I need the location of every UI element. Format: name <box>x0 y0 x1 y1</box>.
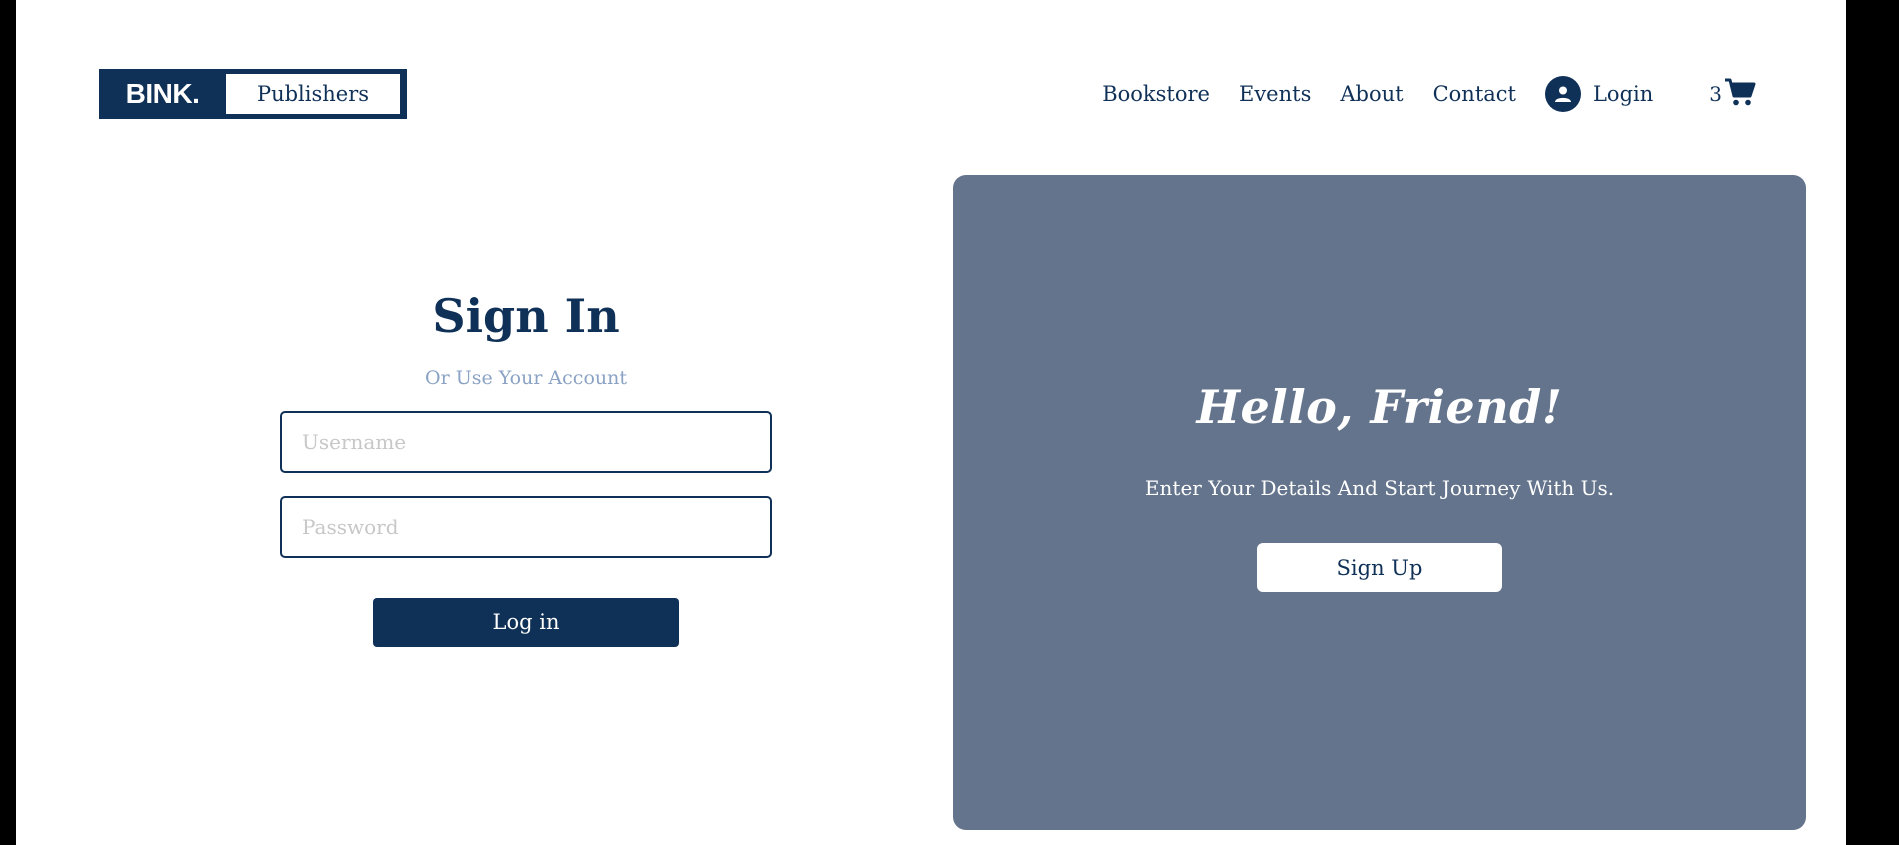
cart-count: 3 <box>1709 82 1722 106</box>
signin-form: Sign In Or Use Your Account Log in <box>280 290 772 647</box>
user-circle-icon <box>1544 76 1581 112</box>
username-input[interactable] <box>280 410 772 473</box>
page: BINK. Publishers Bookstore Events About … <box>16 0 1846 845</box>
nav-bookstore[interactable]: Bookstore <box>1102 82 1210 106</box>
main-nav: Bookstore Events About Contact Login 3 <box>1102 72 1756 116</box>
nav-login[interactable]: Login <box>1544 76 1654 112</box>
logo-subtitle: Publishers <box>226 74 400 114</box>
panel-text: Enter Your Details And Start Journey Wit… <box>1144 476 1615 500</box>
signin-subtitle: Or Use Your Account <box>425 366 627 389</box>
login-button[interactable]: Log in <box>373 597 679 647</box>
brand-logo[interactable]: BINK. Publishers <box>99 69 407 119</box>
shopping-cart-icon <box>1724 77 1756 111</box>
signup-button[interactable]: Sign Up <box>1257 543 1502 592</box>
nav-login-label: Login <box>1592 82 1654 106</box>
nav-contact[interactable]: Contact <box>1433 82 1516 106</box>
signin-title: Sign In <box>432 289 620 343</box>
cart-button[interactable]: 3 <box>1709 77 1756 111</box>
nav-about[interactable]: About <box>1340 82 1403 106</box>
signup-panel: Hello, Friend! Enter Your Details And St… <box>953 175 1806 830</box>
password-input[interactable] <box>280 495 772 558</box>
panel-title: Hello, Friend! <box>1196 380 1563 434</box>
logo-text: BINK. <box>125 78 200 109</box>
nav-events[interactable]: Events <box>1239 82 1311 106</box>
